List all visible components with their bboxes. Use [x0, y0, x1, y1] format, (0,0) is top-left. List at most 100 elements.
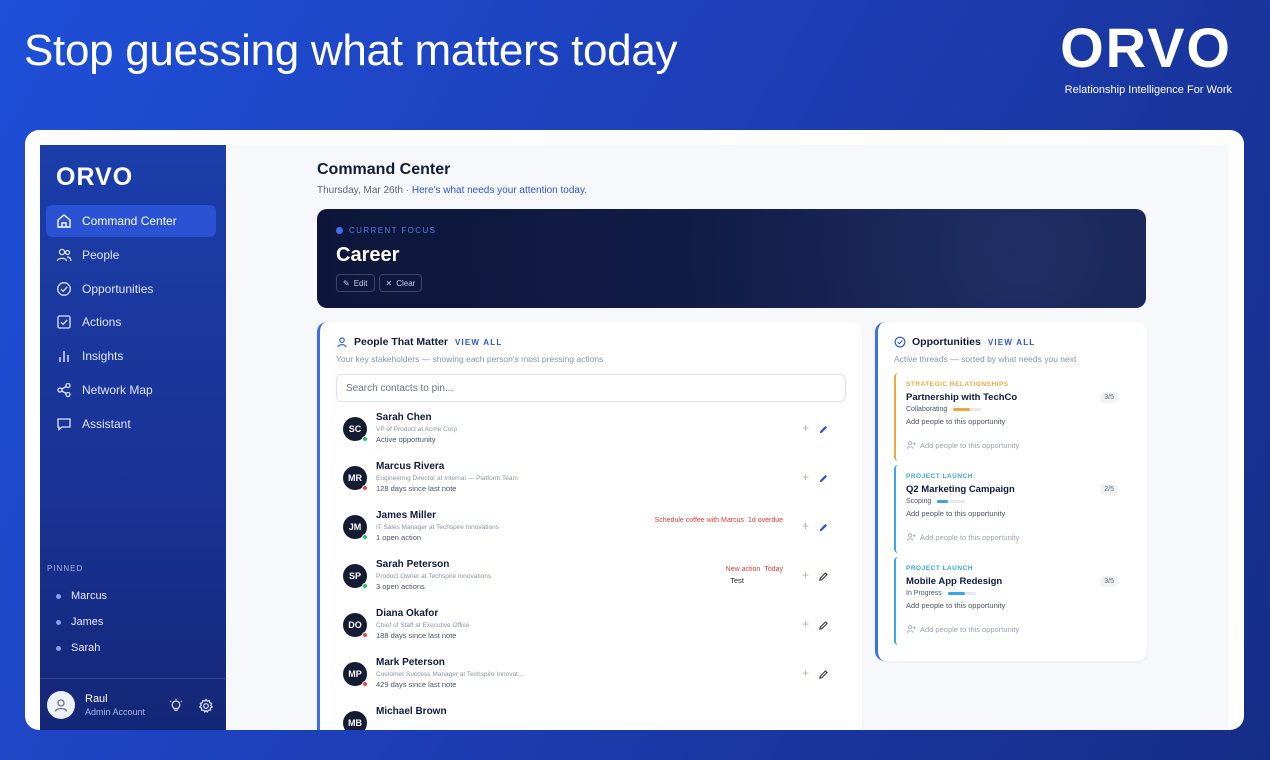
opportunity-name: Partnership with TechCo [906, 392, 1018, 403]
pinned-list: Marcus James Sarah [56, 583, 216, 661]
person-role: Customer Success Manager at Techspire In… [376, 671, 524, 678]
person-row-diana-okafor[interactable]: DO Diana Okafor Chief of Staff at Execut… [343, 604, 843, 650]
sidebar-item-actions[interactable]: Actions [46, 306, 216, 338]
add-people-button[interactable]: Add people to this opportunity [906, 440, 1019, 450]
person-row-sarah-chen[interactable]: SC Sarah Chen VP of Product at Acme Corp… [343, 408, 843, 454]
edit-focus-button[interactable]: ✎ Edit [336, 274, 375, 292]
pencil-icon: ✎ [343, 278, 350, 288]
sidebar-item-label: Actions [82, 315, 122, 330]
person-role: Product Owner at Techspire Innovations [376, 573, 492, 580]
plus-icon[interactable]: + [802, 666, 809, 680]
pinned-dot [56, 593, 61, 599]
add-people-button[interactable]: Add people to this opportunity [906, 532, 1019, 542]
add-people-button[interactable]: Add people to this opportunity [906, 624, 1019, 634]
person-row-marcus-rivera[interactable]: MR Marcus Rivera Engineering Director at… [343, 457, 843, 503]
opportunity-item-techco[interactable]: STRATEGIC RELATIONSHIPS Partnership with… [894, 373, 1130, 461]
opportunity-item-q2-marketing[interactable]: PROJECT LAUNCH Q2 Marketing Campaign 2/5… [894, 465, 1130, 553]
person-row-mark-peterson[interactable]: MP Mark Peterson Customer Success Manage… [343, 653, 843, 699]
plus-icon[interactable]: + [802, 568, 809, 582]
sidebar-item-network-map[interactable]: Network Map [46, 374, 216, 406]
opportunity-stage-label: Scoping [906, 498, 932, 505]
screenshot-frame: ORVO Command Center People Opportunities… [25, 130, 1244, 730]
plus-icon[interactable]: + [802, 617, 809, 631]
check-circle-icon [56, 281, 72, 297]
person-role: VP of Product at Acme Corp [376, 426, 458, 433]
opportunities-view-all-link[interactable]: VIEW ALL [988, 338, 1036, 347]
due-badge: Today [764, 566, 783, 573]
brand-logo-block: ORVO Relationship Intelligence For Work [1060, 18, 1232, 97]
person-row-michael-brown[interactable]: MB Michael Brown [343, 702, 843, 730]
opportunity-category: PROJECT LAUNCH [906, 473, 973, 480]
sidebar-item-label: Assistant [82, 416, 131, 431]
sidebar-item-insights[interactable]: Insights [46, 340, 216, 372]
person-row-james-miller[interactable]: JM James Miller IT Sales Manager at Tech… [343, 506, 843, 552]
opportunity-count-badge: 3/5 [1100, 392, 1118, 403]
progress-bar [947, 592, 976, 595]
pencil-icon[interactable] [818, 569, 829, 581]
opportunity-count-badge: 3/5 [1100, 576, 1118, 587]
add-people-label: Add people to this opportunity [920, 532, 1020, 542]
add-person-icon [906, 533, 916, 541]
sidebar-item-label: Command Center [82, 214, 177, 228]
pencil-icon[interactable] [818, 618, 829, 630]
close-icon: ✕ [385, 278, 393, 288]
sidebar-item-command-center[interactable]: Command Center [46, 205, 216, 237]
progress-bar-fill [937, 500, 949, 503]
sidebar-nav: Command Center People Opportunities Acti… [46, 205, 216, 442]
person-icon [336, 336, 348, 348]
opportunities-card: Opportunities VIEW ALL Active threads — … [875, 322, 1147, 661]
opportunity-name: Q2 Marketing Campaign [906, 484, 1015, 495]
sidebar-item-assistant[interactable]: Assistant [46, 408, 216, 440]
plus-icon[interactable]: + [802, 519, 809, 533]
add-people-label: Add people to this opportunity [920, 440, 1020, 450]
pinned-item-marcus[interactable]: Marcus [56, 583, 216, 609]
people-card-title: People That Matter [354, 336, 448, 348]
clear-focus-button[interactable]: ✕ Clear [378, 274, 423, 292]
theme-toggle-icon[interactable] [168, 698, 184, 714]
attention-link[interactable]: Here's what needs your attention today. [412, 185, 587, 196]
people-card-subtitle: Your key stakeholders — showing each per… [336, 354, 604, 364]
current-focus-card: CURRENT FOCUS Career ✎ Edit ✕ Clear [317, 209, 1146, 308]
pencil-icon[interactable] [818, 471, 829, 483]
plus-icon[interactable]: + [802, 470, 809, 484]
opportunity-stage-label: In Progress [906, 590, 942, 597]
opportunities-card-header: Opportunities VIEW ALL [894, 336, 1035, 348]
opportunities-card-title: Opportunities [912, 336, 981, 348]
sidebar-item-people[interactable]: People [46, 239, 216, 271]
plus-icon[interactable]: + [802, 421, 809, 435]
pencil-icon[interactable] [818, 520, 829, 532]
focus-title: Career [336, 244, 400, 266]
focus-buttons: ✎ Edit ✕ Clear [336, 274, 426, 292]
pencil-icon[interactable] [818, 422, 829, 434]
pinned-dot [56, 645, 61, 651]
pending-action[interactable]: New action Today [726, 566, 783, 573]
focus-dot-icon [336, 227, 343, 234]
brand-tagline: Relationship Intelligence For Work [1064, 84, 1232, 96]
person-name: Diana Okafor [376, 608, 439, 619]
opportunity-add-text: Add people to this opportunity [906, 601, 1006, 610]
edit-label: Edit [353, 278, 368, 288]
sidebar-logo: ORVO [56, 163, 134, 191]
people-icon [56, 247, 72, 263]
action-subtext: Test [730, 576, 744, 585]
pinned-item-sarah[interactable]: Sarah [56, 635, 216, 661]
person-name: Mark Peterson [376, 657, 445, 668]
user-profile[interactable]: Raul Admin Account [40, 678, 226, 730]
pinned-item-label: James [71, 616, 104, 628]
search-contacts-input[interactable] [336, 374, 846, 402]
pinned-item-james[interactable]: James [56, 609, 216, 635]
pending-action[interactable]: Schedule coffee with Marcus 1d overdue [655, 517, 783, 524]
check-square-icon [56, 314, 72, 330]
progress-bar [953, 408, 982, 411]
opportunity-item-mobile-app[interactable]: PROJECT LAUNCH Mobile App Redesign 3/5 I… [894, 557, 1130, 645]
opportunity-category: STRATEGIC RELATIONSHIPS [906, 381, 1009, 388]
pencil-icon[interactable] [818, 667, 829, 679]
person-row-sarah-peterson[interactable]: SP Sarah Peterson Product Owner at Techs… [343, 555, 843, 601]
sidebar-item-label: Insights [82, 349, 124, 364]
person-role: Chief of Staff at Executive Office [376, 622, 470, 629]
person-name: Michael Brown [376, 706, 447, 717]
gear-icon[interactable] [198, 698, 214, 714]
opportunity-stage-label: Collaborating [906, 406, 948, 413]
sidebar-item-opportunities[interactable]: Opportunities [46, 273, 216, 305]
people-view-all-link[interactable]: VIEW ALL [455, 338, 503, 347]
